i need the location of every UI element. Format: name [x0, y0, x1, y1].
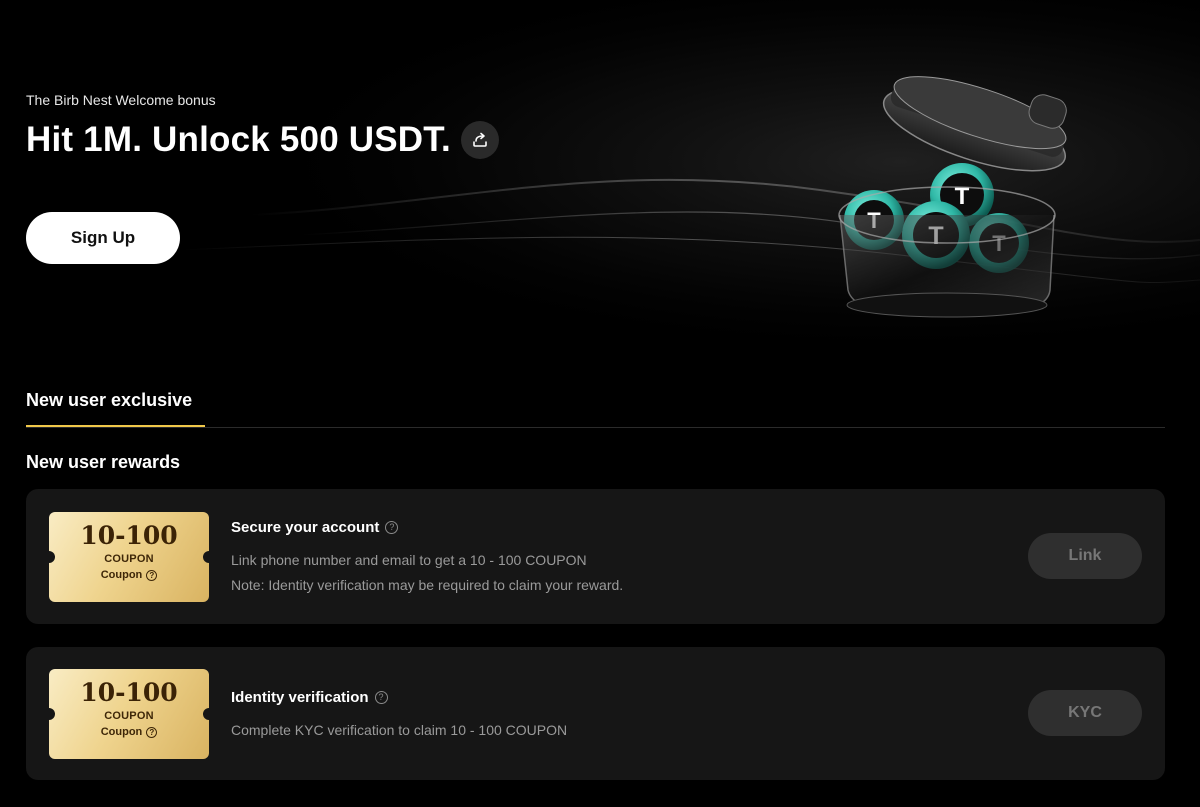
task-title: Identity verification ? — [231, 689, 388, 706]
link-button[interactable]: Link — [1028, 533, 1142, 579]
coupon-unit: COUPON — [104, 710, 154, 722]
coupon-type: Coupon ? — [49, 569, 209, 581]
tab-new-user-exclusive[interactable]: New user exclusive — [26, 388, 205, 427]
help-icon[interactable]: ? — [385, 521, 399, 534]
task-description: Complete KYC verification to claim 10 - … — [231, 722, 568, 738]
coupon-unit: COUPON — [104, 553, 154, 565]
headline-row: Hit 1M. Unlock 500 USDT. — [26, 120, 499, 160]
task-title-text: Identity verification — [231, 689, 369, 706]
task-note: Note: Identity verification may be requi… — [231, 577, 624, 593]
help-icon[interactable]: ? — [146, 569, 158, 581]
help-icon[interactable]: ? — [374, 691, 388, 704]
coupon-amount: 10-100 — [80, 521, 178, 550]
coupon-type: Coupon ? — [49, 726, 209, 738]
reward-card-identity-verification: 10-100 COUPON Coupon ? Identity verifica… — [26, 647, 1165, 780]
reward-card-secure-account: 10-100 COUPON Coupon ? Secure your accou… — [26, 489, 1165, 624]
hero-subtitle: The Birb Nest Welcome bonus — [26, 92, 216, 108]
section-title: New user rewards — [26, 452, 181, 472]
tab-bar: New user exclusive — [26, 388, 1165, 428]
coin-jar-illustration: T T T T — [838, 76, 1067, 318]
share-icon — [473, 132, 487, 147]
task-title-text: Secure your account — [231, 519, 380, 536]
task-description: Link phone number and email to get a 10 … — [231, 552, 587, 568]
sign-up-button[interactable]: Sign Up — [26, 212, 180, 264]
coupon-type-label: Coupon — [100, 726, 143, 738]
coupon-ticket: 10-100 COUPON Coupon ? — [49, 669, 209, 759]
coupon-type-label: Coupon — [100, 569, 143, 581]
coupon-ticket: 10-100 COUPON Coupon ? — [49, 512, 209, 602]
task-title: Secure your account ? — [231, 519, 399, 536]
help-icon[interactable]: ? — [146, 726, 158, 738]
share-button[interactable] — [460, 121, 499, 159]
coupon-amount: 10-100 — [80, 678, 178, 707]
page: The Birb Nest Welcome bonus Hit 1M. Unlo… — [0, 0, 1200, 807]
kyc-button[interactable]: KYC — [1028, 690, 1142, 736]
hero-headline: Hit 1M. Unlock 500 USDT. — [26, 120, 451, 159]
